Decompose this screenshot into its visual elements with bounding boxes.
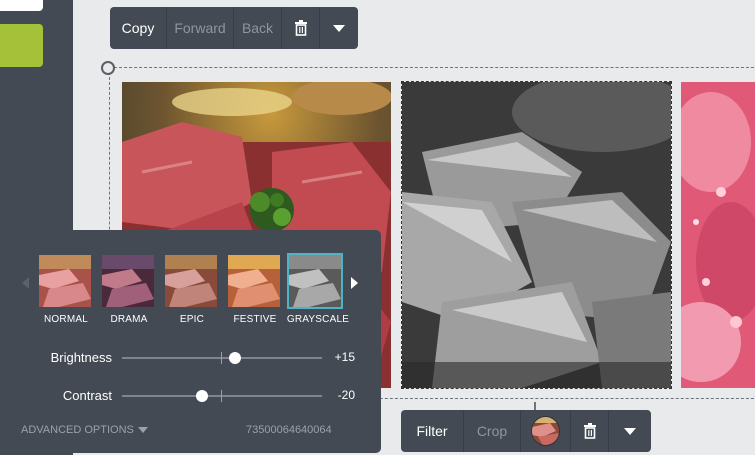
trash-icon: [583, 423, 596, 439]
sidebar-input[interactable]: [0, 0, 43, 11]
filter-thumb-drama[interactable]: [100, 253, 156, 309]
image-thumbnail-button[interactable]: [521, 410, 571, 452]
caret-down-icon: [333, 24, 345, 32]
filter-thumb-epic[interactable]: [163, 253, 219, 309]
filter-label-normal: NORMAL: [44, 314, 88, 325]
filters-prev-arrow-icon[interactable]: [22, 277, 29, 289]
filter-thumb-festive[interactable]: [226, 253, 282, 309]
advanced-options-label: ADVANCED OPTIONS: [21, 424, 134, 436]
filter-label-grayscale: GRAYSCALE: [286, 314, 350, 325]
contrast-slider-knob[interactable]: [196, 390, 208, 402]
forward-button[interactable]: Forward: [167, 7, 234, 49]
filter-panel: NORMAL DRAMA EPIC FESTIVE GRAYSCALE Brig…: [0, 230, 381, 453]
filter-label-festive: FESTIVE: [233, 314, 277, 325]
sidebar-action-button[interactable]: [0, 24, 43, 67]
image-id-text: 73500064640064: [246, 424, 332, 436]
contrast-value: -20: [337, 388, 355, 402]
brightness-slider-center-mark: [221, 352, 222, 364]
image-thumbnail: [531, 416, 560, 446]
delete-button[interactable]: [282, 7, 320, 49]
image-toolbar: Filter Crop: [401, 410, 651, 452]
contrast-slider-center-mark: [221, 390, 222, 402]
back-button[interactable]: Back: [234, 7, 282, 49]
filters-next-arrow-icon[interactable]: [351, 277, 358, 289]
filter-label-drama: DRAMA: [110, 314, 148, 325]
resize-handle[interactable]: [534, 402, 536, 410]
filter-thumb-grayscale[interactable]: [287, 253, 343, 309]
rotate-handle[interactable]: [101, 61, 115, 75]
brightness-value: +15: [334, 350, 355, 364]
contrast-slider-track[interactable]: [122, 395, 322, 397]
filter-thumb-normal[interactable]: [37, 253, 93, 309]
crop-button[interactable]: Crop: [464, 410, 521, 452]
brightness-slider-knob[interactable]: [229, 352, 241, 364]
filter-button[interactable]: Filter: [401, 410, 464, 452]
delete-image-button[interactable]: [571, 410, 609, 452]
copy-button[interactable]: Copy: [110, 7, 167, 49]
more-options-button[interactable]: [320, 7, 358, 49]
photo-festive[interactable]: [681, 82, 755, 388]
filter-label-epic: EPIC: [179, 314, 205, 325]
caret-down-icon: [137, 427, 148, 433]
trash-icon: [294, 20, 307, 36]
brightness-label: Brightness: [50, 350, 112, 365]
more-image-options-button[interactable]: [609, 410, 651, 452]
contrast-label: Contrast: [62, 388, 112, 403]
brightness-slider-track[interactable]: [122, 357, 322, 359]
advanced-options-toggle[interactable]: ADVANCED OPTIONS: [21, 424, 148, 436]
caret-down-icon: [624, 427, 636, 435]
photo-grayscale[interactable]: [401, 81, 672, 389]
object-toolbar: Copy Forward Back: [110, 7, 358, 49]
